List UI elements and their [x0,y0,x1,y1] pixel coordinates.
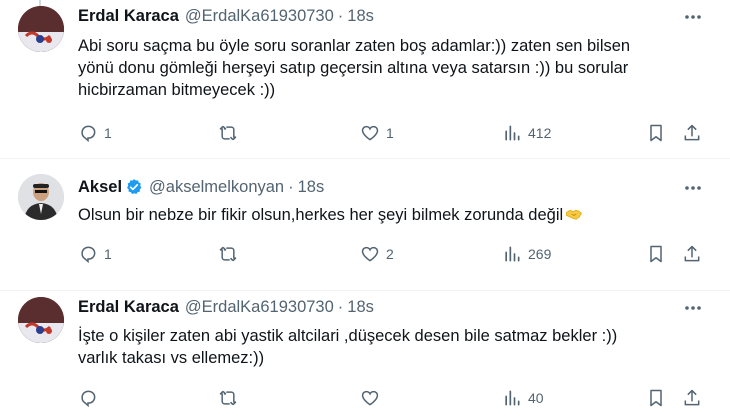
reply-count: 1 [104,125,112,141]
action-bar: 1 2 269 [78,243,710,265]
timestamp[interactable]: 18s [347,298,374,317]
reply-icon [81,125,96,143]
tweet-text-line: varlık takası vs ellemez:)) [78,349,265,367]
more-icon[interactable] [682,6,704,28]
retweet-icon [219,246,237,262]
reply-button[interactable]: 1 [78,243,112,265]
bookmark-button[interactable] [646,387,666,409]
tweet-text-line: Abi soru saçma bu öyle soru soranlar zat… [78,37,631,55]
like-button[interactable]: 1 [360,122,394,144]
author-name[interactable]: Erdal Karaca [78,7,179,26]
share-icon [684,245,700,262]
separator-dot: · [288,177,294,196]
reply-icon [81,246,96,264]
author-name[interactable]: Erdal Karaca [78,298,179,317]
bookmark-button[interactable] [646,243,666,265]
like-icon [361,125,379,141]
avatar-erdal[interactable] [18,297,64,343]
reply-button[interactable]: 1 [78,122,112,144]
like-button[interactable]: 2 [360,243,394,265]
tweet-text-line: Olsun bir nebze bir fikir olsun,herkes h… [78,204,678,226]
like-button[interactable] [360,387,386,409]
tweet-text: Abi soru saçma bu öyle soru soranlar zat… [78,35,678,101]
author-name[interactable]: Aksel [78,178,122,197]
tweet-header: Aksel @akselmelkonyan · 18s [78,176,324,198]
reply-button[interactable] [78,387,104,409]
retweet-button[interactable] [218,122,244,144]
reply-icon [81,390,96,408]
views-icon [505,125,520,141]
retweet-button[interactable] [218,387,244,409]
reply-count: 1 [104,246,112,262]
like-icon [361,390,379,406]
views-button[interactable]: 40 [502,387,544,409]
tweet-2[interactable]: Aksel @akselmelkonyan · 18s Olsun bir ne… [0,159,730,289]
separator-dot: · [337,297,344,316]
author-handle[interactable]: @ErdalKa61930730 [185,7,334,26]
tweet-text-line: yönü donu gömleği herşeyi satıp geçersin… [78,59,629,77]
bookmark-icon [650,389,662,407]
bookmark-icon [650,124,662,142]
bookmark-icon [650,245,662,263]
views-count: 412 [528,125,552,141]
share-button[interactable] [682,122,702,144]
tweet-text-line: İşte o kişiler zaten abi yastik altcilar… [78,327,618,345]
timestamp[interactable]: 18s [347,7,374,26]
like-count: 1 [386,125,394,141]
action-bar: 40 [78,387,710,409]
views-button[interactable]: 269 [502,243,551,265]
retweet-button[interactable] [218,243,244,265]
tweet-header: Erdal Karaca @ErdalKa61930730 · 18s [78,296,374,318]
verified-badge-icon[interactable] [125,178,143,196]
handshake-emoji [566,209,583,220]
separator-dot: · [337,6,344,25]
tweet-header: Erdal Karaca @ErdalKa61930730 · 18s [78,5,374,27]
share-button[interactable] [682,243,702,265]
timestamp[interactable]: 18s [298,178,325,197]
tweet-text-line: hicbirzaman bitmeyecek :)) [78,81,276,99]
views-count: 269 [528,246,552,262]
bookmark-button[interactable] [646,122,666,144]
author-handle[interactable]: @ErdalKa61930730 [185,298,334,317]
tweet-1[interactable]: Erdal Karaca @ErdalKa61930730 · 18s Abi … [0,0,730,153]
views-icon [505,390,520,406]
retweet-icon [219,390,237,406]
tweet-text-content: Olsun bir nebze bir fikir olsun,herkes h… [78,206,564,224]
avatar-aksel[interactable] [18,174,64,220]
like-icon [361,246,379,262]
share-button[interactable] [682,387,702,409]
share-icon [684,389,700,406]
views-button[interactable]: 412 [502,122,551,144]
tweet-3[interactable]: Erdal Karaca @ErdalKa61930730 · 18s İşte… [0,291,730,420]
share-icon [684,124,700,141]
more-icon[interactable] [682,177,704,199]
avatar-erdal[interactable] [18,6,64,52]
like-count: 2 [386,246,394,262]
retweet-icon [219,125,237,141]
action-bar: 1 1 412 [78,122,710,144]
more-icon[interactable] [682,297,704,319]
tweet-text: İşte o kişiler zaten abi yastik altcilar… [78,325,678,369]
tweet-text: Olsun bir nebze bir fikir olsun,herkes h… [78,204,678,226]
views-icon [505,246,520,262]
author-handle[interactable]: @akselmelkonyan [149,178,284,197]
views-count: 40 [528,390,544,406]
